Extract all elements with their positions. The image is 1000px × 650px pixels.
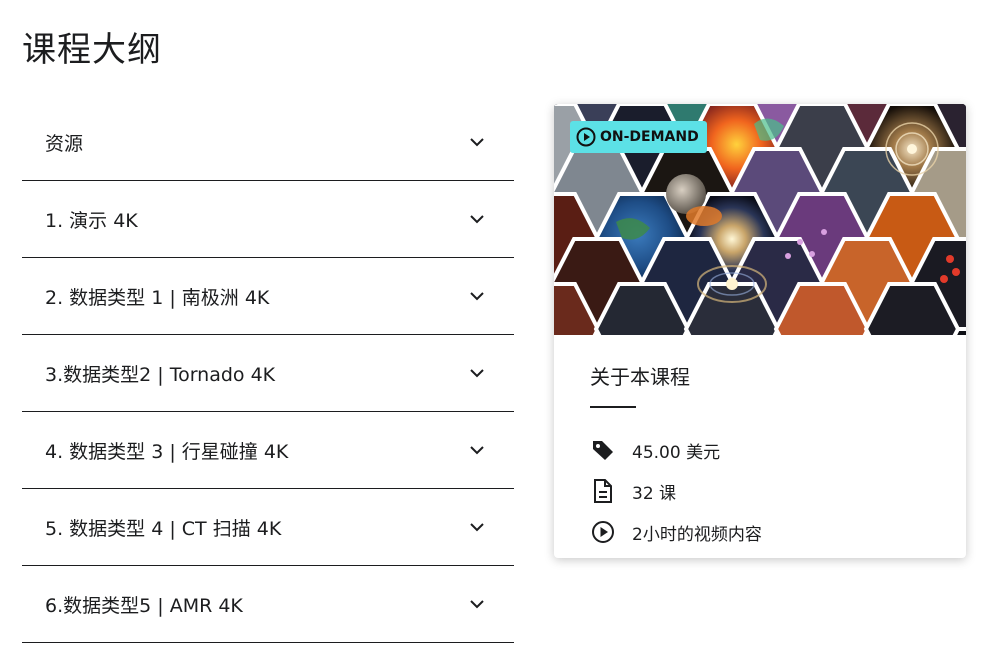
section-label: 2. 数据类型 1 | 南极洲 4K [45,286,270,309]
section-label: 4. 数据类型 3 | 行星碰撞 4K [45,440,289,463]
badge-label: ON-DEMAND [600,129,699,145]
chevron-down-icon [468,210,486,228]
section-label: 1. 演示 4K [45,209,138,232]
chevron-down-icon [468,441,486,459]
on-demand-badge: ON-DEMAND [570,121,707,153]
curriculum-accordion: 资源 1. 演示 4K 2. 数据类型 1 | 南极洲 4K 3.数据类型2 |… [22,104,514,643]
play-circle-icon [590,519,616,545]
video-text: 2小时的视频内容 [632,524,762,545]
course-hero-image: ON-DEMAND [554,104,966,335]
course-info-card: ON-DEMAND 关于本课程 45.00 美元 32 课 2小时的视频内容 [554,104,966,558]
chevron-down-icon [468,287,486,305]
chevron-down-icon [468,133,486,151]
section-tornado[interactable]: 3.数据类型2 | Tornado 4K [22,335,514,412]
document-icon [590,478,616,504]
title-divider [590,406,636,408]
chevron-down-icon [468,595,486,613]
section-amr[interactable]: 6.数据类型5 | AMR 4K [22,566,514,643]
section-label: 5. 数据类型 4 | CT 扫描 4K [45,517,282,540]
section-ct-scan[interactable]: 5. 数据类型 4 | CT 扫描 4K [22,489,514,566]
price-tag-icon [590,437,616,463]
section-planet-collision[interactable]: 4. 数据类型 3 | 行星碰撞 4K [22,412,514,489]
section-resources[interactable]: 资源 [22,104,514,181]
section-label: 资源 [45,132,84,155]
lessons-row: 32 课 [590,471,930,512]
chevron-down-icon [468,364,486,382]
section-antarctica[interactable]: 2. 数据类型 1 | 南极洲 4K [22,258,514,335]
section-label: 3.数据类型2 | Tornado 4K [45,363,276,386]
section-demo[interactable]: 1. 演示 4K [22,181,514,258]
play-circle-icon [576,127,596,147]
price-row: 45.00 美元 [590,430,930,471]
page: 课程大纲 资源 1. 演示 4K 2. 数据类型 1 | 南极洲 4K 3.数据… [0,0,1000,650]
price-text: 45.00 美元 [632,442,721,463]
card-title: 关于本课程 [590,365,690,389]
section-label: 6.数据类型5 | AMR 4K [45,594,243,617]
video-row: 2小时的视频内容 [590,512,930,553]
page-title: 课程大纲 [22,30,162,70]
lessons-text: 32 课 [632,483,677,504]
chevron-down-icon [468,518,486,536]
card-body: 关于本课程 45.00 美元 32 课 2小时的视频内容 [554,335,966,553]
